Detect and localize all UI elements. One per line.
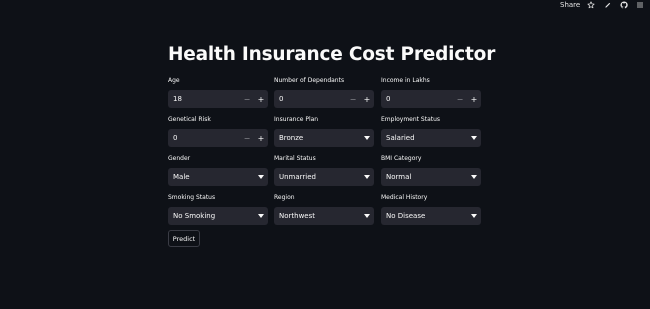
gender-value[interactable]: Male xyxy=(168,173,254,181)
marital-status-value[interactable]: Unmarried xyxy=(274,173,360,181)
region-label: Region xyxy=(274,194,295,201)
bmi-category-label: BMI Category xyxy=(381,155,422,162)
gender-field: Gender Male xyxy=(168,154,268,186)
income-number-input[interactable]: 0 − + xyxy=(381,90,481,108)
employment-status-field: Employment Status Salaried xyxy=(381,115,481,147)
medical-history-select[interactable]: No Disease xyxy=(381,207,481,225)
chevron-down-icon[interactable] xyxy=(467,214,481,218)
income-field: Income in Lakhs 0 − + xyxy=(381,76,481,108)
income-label: Income in Lakhs xyxy=(381,77,430,84)
region-value[interactable]: Northwest xyxy=(274,212,360,220)
app-toolbar: Share xyxy=(0,0,650,12)
marital-status-field: Marital Status Unmarried xyxy=(274,154,374,186)
age-increment-button[interactable]: + xyxy=(254,90,268,108)
dependants-increment-button[interactable]: + xyxy=(360,90,374,108)
gender-select[interactable]: Male xyxy=(168,168,268,186)
edit-icon[interactable] xyxy=(603,0,613,10)
genetical-risk-field: Genetical Risk 0 − + xyxy=(168,115,268,147)
page-title: Health Insurance Cost Predictor xyxy=(168,44,496,65)
smoking-status-field: Smoking Status No Smoking xyxy=(168,193,268,225)
dependants-number-input[interactable]: 0 − + xyxy=(274,90,374,108)
medical-history-field: Medical History No Disease xyxy=(381,193,481,225)
insurance-plan-field: Insurance Plan Bronze xyxy=(274,115,374,147)
bmi-category-select[interactable]: Normal xyxy=(381,168,481,186)
genetical-risk-increment-button[interactable]: + xyxy=(254,129,268,147)
smoking-status-value[interactable]: No Smoking xyxy=(168,212,254,220)
bmi-category-field: BMI Category Normal xyxy=(381,154,481,186)
dependants-field: Number of Dependants 0 − + xyxy=(274,76,374,108)
gender-label: Gender xyxy=(168,155,191,162)
age-value[interactable]: 18 xyxy=(168,95,240,103)
chevron-down-icon[interactable] xyxy=(467,136,481,140)
income-decrement-button[interactable]: − xyxy=(453,90,467,108)
age-field: Age 18 − + xyxy=(168,76,268,108)
dependants-label: Number of Dependants xyxy=(274,77,345,84)
insurance-plan-select[interactable]: Bronze xyxy=(274,129,374,147)
smoking-status-label: Smoking Status xyxy=(168,194,216,201)
medical-history-value[interactable]: No Disease xyxy=(381,212,467,220)
region-field: Region Northwest xyxy=(274,193,374,225)
chevron-down-icon[interactable] xyxy=(360,136,374,140)
insurance-plan-value[interactable]: Bronze xyxy=(274,134,360,142)
genetical-risk-decrement-button[interactable]: − xyxy=(240,129,254,147)
marital-status-select[interactable]: Unmarried xyxy=(274,168,374,186)
marital-status-label: Marital Status xyxy=(274,155,316,162)
employment-status-select[interactable]: Salaried xyxy=(381,129,481,147)
employment-status-label: Employment Status xyxy=(381,116,441,123)
income-increment-button[interactable]: + xyxy=(467,90,481,108)
chevron-down-icon[interactable] xyxy=(467,175,481,179)
age-decrement-button[interactable]: − xyxy=(240,90,254,108)
chevron-down-icon[interactable] xyxy=(360,214,374,218)
chevron-down-icon[interactable] xyxy=(360,175,374,179)
insurance-plan-label: Insurance Plan xyxy=(274,116,319,123)
predict-button[interactable]: Predict xyxy=(168,230,200,247)
share-button[interactable]: Share xyxy=(560,0,580,10)
age-label: Age xyxy=(168,77,180,84)
menu-icon[interactable] xyxy=(635,0,645,10)
genetical-risk-label: Genetical Risk xyxy=(168,116,211,123)
smoking-status-select[interactable]: No Smoking xyxy=(168,207,268,225)
age-number-input[interactable]: 18 − + xyxy=(168,90,268,108)
genetical-risk-number-input[interactable]: 0 − + xyxy=(168,129,268,147)
dependants-decrement-button[interactable]: − xyxy=(346,90,360,108)
chevron-down-icon[interactable] xyxy=(254,214,268,218)
region-select[interactable]: Northwest xyxy=(274,207,374,225)
star-icon[interactable] xyxy=(586,0,596,10)
genetical-risk-value[interactable]: 0 xyxy=(168,134,240,142)
bmi-category-value[interactable]: Normal xyxy=(381,173,467,181)
chevron-down-icon[interactable] xyxy=(254,175,268,179)
medical-history-label: Medical History xyxy=(381,194,428,201)
dependants-value[interactable]: 0 xyxy=(274,95,346,103)
income-value[interactable]: 0 xyxy=(381,95,453,103)
employment-status-value[interactable]: Salaried xyxy=(381,134,467,142)
github-icon[interactable] xyxy=(619,0,629,10)
